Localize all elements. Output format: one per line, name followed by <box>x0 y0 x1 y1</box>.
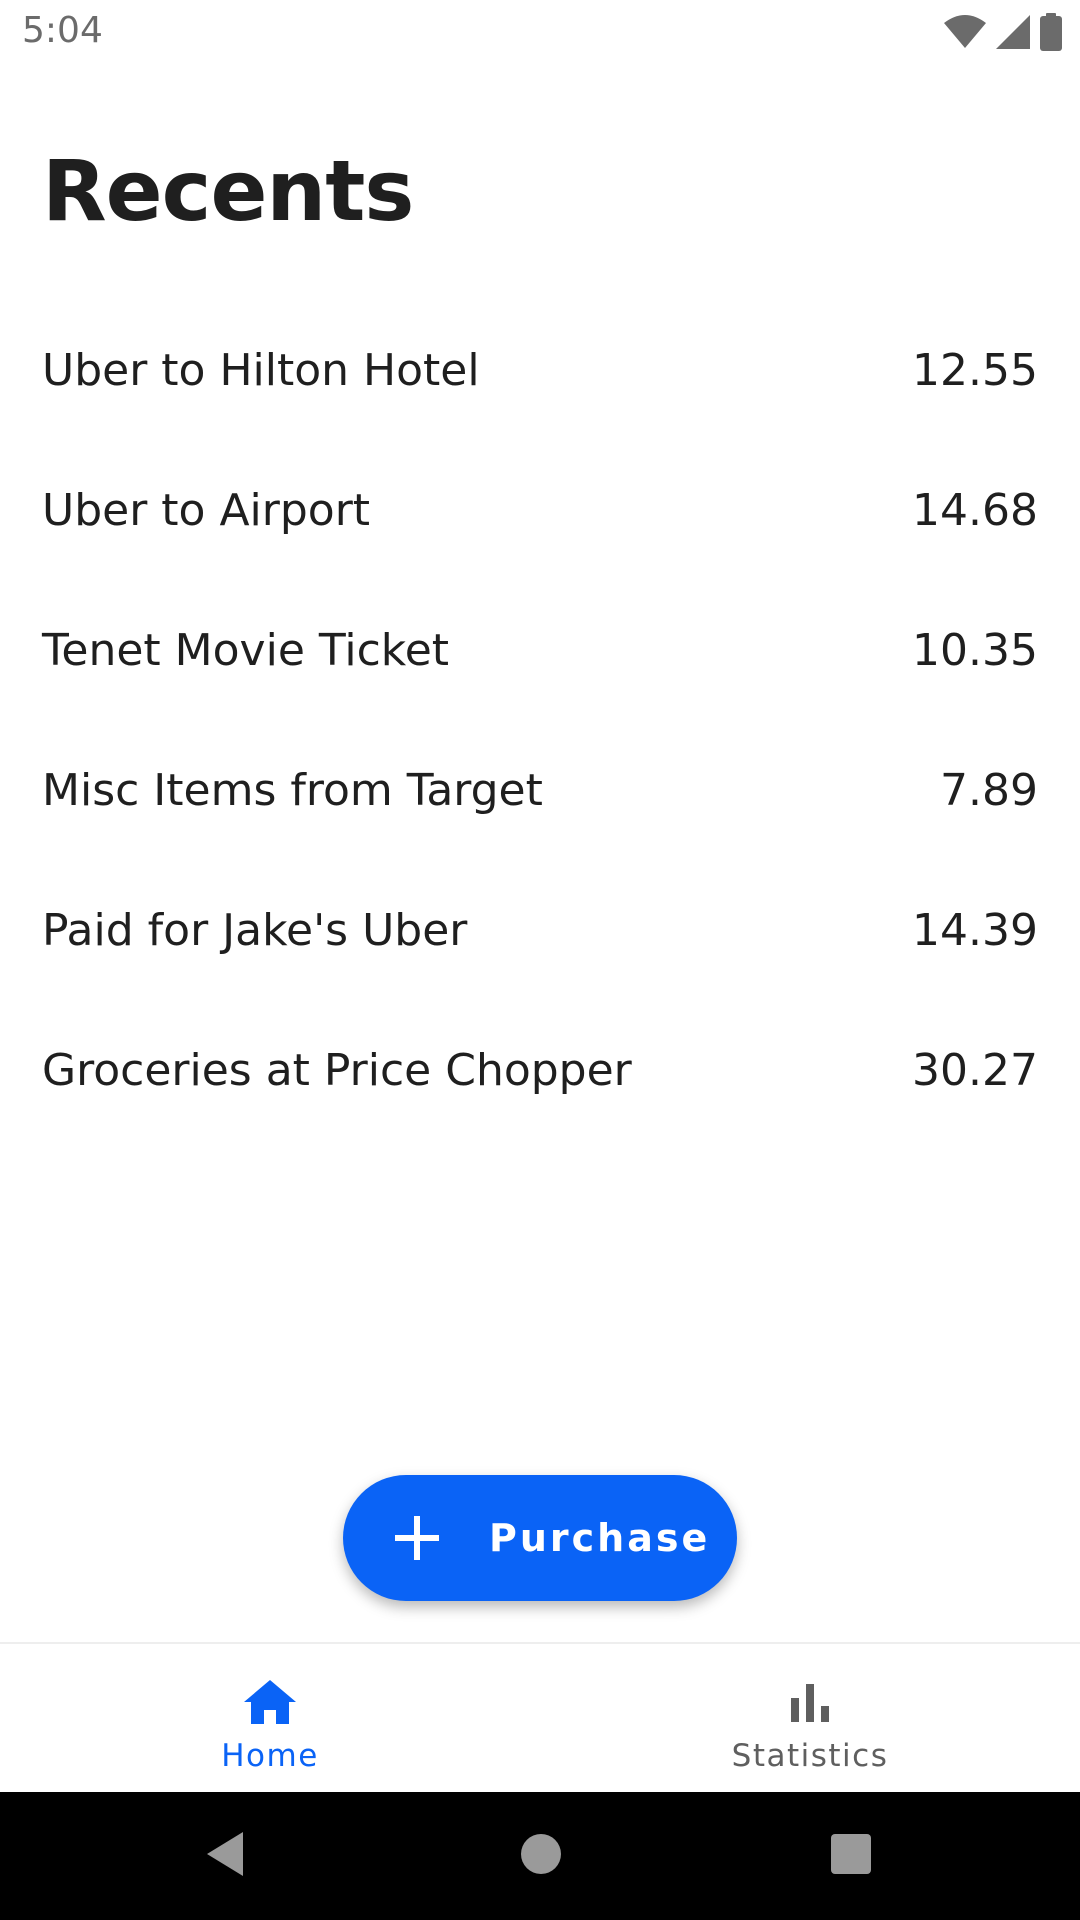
purchase-description: Groceries at Price Chopper <box>42 1044 632 1096</box>
tab-home[interactable]: Home <box>0 1644 540 1794</box>
status-time: 5:04 <box>22 10 103 51</box>
add-purchase-label: Purchase <box>489 1516 711 1560</box>
purchase-amount: 14.68 <box>912 484 1038 536</box>
list-item[interactable]: Paid for Jake's Uber 14.39 <box>0 860 1080 1000</box>
recents-button[interactable] <box>815 1792 887 1920</box>
app-screen: 5:04 Recents Uber to Hilton Hotel 12.55 … <box>0 0 1080 1920</box>
purchase-description: Uber to Hilton Hotel <box>42 344 480 396</box>
purchase-description: Uber to Airport <box>42 484 371 536</box>
system-navigation-bar <box>0 1792 1080 1920</box>
purchase-amount: 30.27 <box>912 1044 1038 1096</box>
list-item[interactable]: Uber to Hilton Hotel 12.55 <box>0 300 1080 440</box>
bar-chart-icon <box>790 1674 830 1730</box>
plus-icon <box>395 1516 439 1560</box>
purchase-amount: 12.55 <box>912 344 1038 396</box>
recents-square-icon <box>831 1833 871 1879</box>
purchase-amount: 14.39 <box>912 904 1038 956</box>
cell-signal-icon <box>996 15 1030 49</box>
list-item[interactable]: Groceries at Price Chopper 30.27 <box>0 1000 1080 1140</box>
status-bar: 5:04 <box>0 0 1080 64</box>
back-button[interactable] <box>190 1792 260 1920</box>
status-icons <box>944 12 1062 52</box>
list-item[interactable]: Tenet Movie Ticket 10.35 <box>0 580 1080 720</box>
purchase-description: Misc Items from Target <box>42 764 543 816</box>
list-item[interactable]: Misc Items from Target 7.89 <box>0 720 1080 860</box>
back-triangle-icon <box>203 1830 247 1883</box>
home-system-button[interactable] <box>506 1792 576 1920</box>
list-item[interactable]: Uber to Airport 14.68 <box>0 440 1080 580</box>
purchase-list: Uber to Hilton Hotel 12.55 Uber to Airpo… <box>0 300 1080 1140</box>
purchase-amount: 7.89 <box>940 764 1038 816</box>
page-title: Recents <box>42 142 414 240</box>
home-icon <box>242 1674 298 1730</box>
battery-icon <box>1040 13 1062 51</box>
add-purchase-button[interactable]: Purchase <box>343 1475 737 1601</box>
purchase-amount: 10.35 <box>912 624 1038 676</box>
purchase-description: Tenet Movie Ticket <box>42 624 450 676</box>
tab-statistics[interactable]: Statistics <box>540 1644 1080 1794</box>
purchase-description: Paid for Jake's Uber <box>42 904 468 956</box>
tab-home-label: Home <box>221 1738 319 1774</box>
tab-statistics-label: Statistics <box>731 1738 889 1774</box>
home-circle-icon <box>520 1833 562 1880</box>
wifi-icon <box>944 15 986 49</box>
bottom-navigation: Home Statistics <box>0 1642 1080 1794</box>
